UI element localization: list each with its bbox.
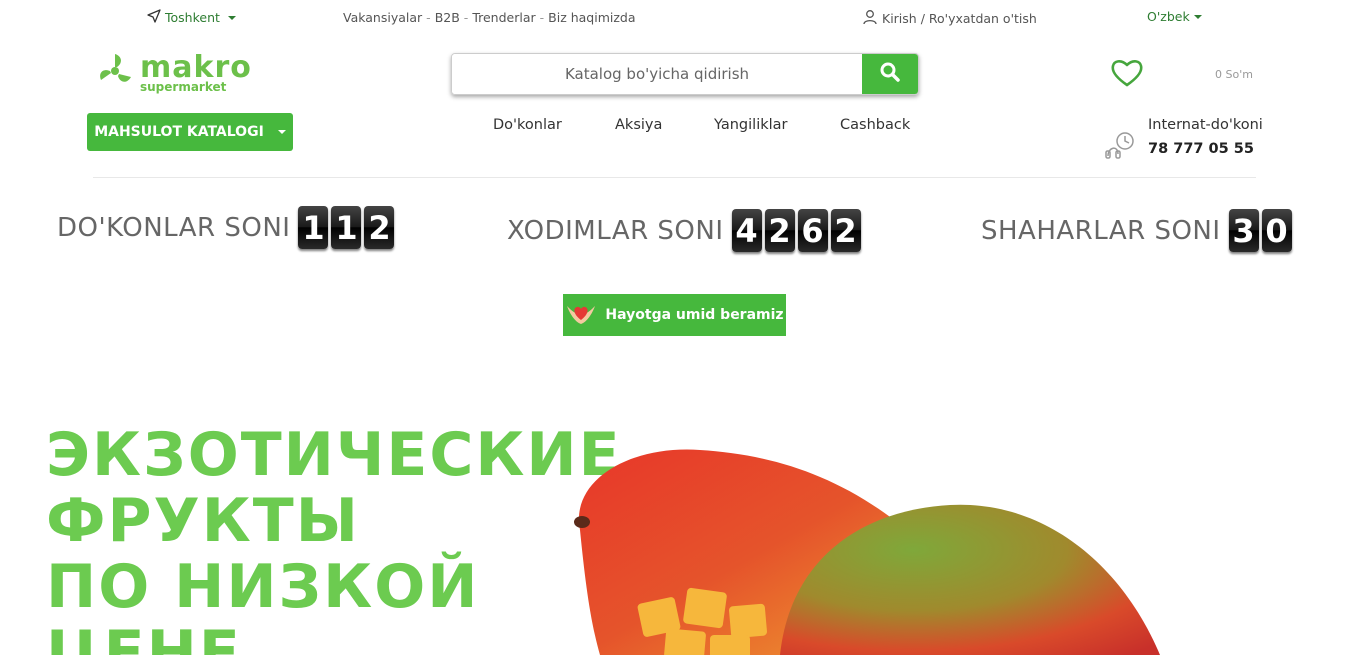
- mango-image: [574, 449, 1160, 655]
- cart-total[interactable]: 0 So'm: [1215, 68, 1253, 81]
- logo[interactable]: makro supermarket: [96, 52, 252, 94]
- chevron-down-icon: [1193, 14, 1202, 19]
- nav-aksiya[interactable]: Aksiya: [615, 117, 662, 133]
- counter-digit: 4: [731, 209, 762, 252]
- heart-icon: [1110, 60, 1144, 92]
- catalog-button-label: MAHSULOT KATALOGI: [94, 124, 264, 140]
- search-input[interactable]: [452, 54, 862, 94]
- separator: -: [539, 10, 545, 25]
- auth-link[interactable]: Kirish / Ro'yxatdan o'tish: [862, 9, 1037, 28]
- link-biz-haqimizda[interactable]: Biz haqimizda: [548, 10, 635, 25]
- city-label: Toshkent: [165, 10, 220, 25]
- header-divider: [93, 177, 1256, 178]
- counter-digit: 1: [298, 206, 329, 249]
- banner-heading: ЭКЗОТИЧЕСКИЕ ФРУКТЫ ПО НИЗКОЙ ЦЕНЕ: [46, 422, 622, 655]
- counter-digit: 3: [1228, 209, 1259, 252]
- banner-line: ФРУКТЫ: [46, 486, 360, 556]
- favorites-button[interactable]: [1110, 58, 1144, 92]
- separator: -: [463, 10, 469, 25]
- stat-counter: 3 0: [1228, 209, 1292, 252]
- stat-counter: 1 1 2: [298, 206, 395, 249]
- counter-digit: 2: [764, 209, 795, 252]
- stat-counter: 4 2 6 2: [731, 209, 861, 252]
- counter-digit: 2: [830, 209, 861, 252]
- link-vakansiyalar[interactable]: Vakansiyalar: [343, 10, 422, 25]
- user-icon: [862, 9, 878, 28]
- language-selector[interactable]: O'zbek: [1147, 9, 1202, 24]
- stat-label: SHAHARLAR SONI: [981, 215, 1221, 246]
- stat-label: XODIMLAR SONI: [507, 215, 724, 246]
- link-trenderlar[interactable]: Trenderlar: [472, 10, 535, 25]
- search-bar: [451, 53, 919, 95]
- stat-stores: DO'KONLAR SONI 1 1 2: [57, 206, 395, 249]
- stat-cities: SHAHARLAR SONI 3 0: [981, 209, 1292, 252]
- hope-button-label: Hayotga umid beramiz: [605, 307, 784, 323]
- location-arrow-icon: [147, 9, 161, 26]
- link-b2b[interactable]: B2B: [435, 10, 460, 25]
- top-links: Vakansiyalar - B2B - Trenderlar - Biz ha…: [343, 10, 636, 25]
- counter-digit: 2: [364, 206, 395, 249]
- separator: -: [426, 10, 431, 25]
- product-catalog-button[interactable]: MAHSULOT KATALOGI: [87, 113, 293, 151]
- headset-icon: [1104, 130, 1138, 164]
- search-icon: [879, 61, 901, 87]
- banner-line: ПО НИЗКОЙ: [46, 552, 480, 622]
- top-bar: Toshkent Vakansiyalar - B2B - Trenderlar…: [0, 0, 1351, 36]
- chevron-down-icon: [227, 15, 236, 20]
- promo-banner[interactable]: ЭКЗОТИЧЕСКИЕ ФРУКТЫ ПО НИЗКОЙ ЦЕНЕ: [0, 380, 1351, 655]
- nav-dokonlar[interactable]: Do'konlar: [493, 117, 562, 133]
- city-selector[interactable]: Toshkent: [147, 9, 236, 26]
- auth-label: Kirish / Ro'yxatdan o'tish: [882, 11, 1037, 26]
- counter-digit: 6: [797, 209, 828, 252]
- logo-wordmark: makro: [140, 50, 252, 85]
- counter-digit: 1: [331, 206, 362, 249]
- counter-digit: 0: [1261, 209, 1292, 252]
- stat-employees: XODIMLAR SONI 4 2 6 2: [507, 209, 861, 252]
- language-label: O'zbek: [1147, 9, 1190, 24]
- banner-line: ЦЕНЕ: [46, 618, 242, 655]
- chevron-down-icon: [277, 130, 286, 134]
- hands-heart-icon: [565, 300, 597, 330]
- nav-yangiliklar[interactable]: Yangiliklar: [714, 117, 788, 133]
- online-shop-phone[interactable]: 78 777 05 55: [1148, 141, 1254, 157]
- logo-subtitle: supermarket: [140, 80, 227, 94]
- hope-button[interactable]: Hayotga umid beramiz: [563, 294, 786, 336]
- banner-line: ЭКЗОТИЧЕСКИЕ: [46, 420, 622, 490]
- stat-label: DO'KONLAR SONI: [57, 212, 291, 243]
- nav-cashback[interactable]: Cashback: [840, 117, 910, 133]
- search-button[interactable]: [862, 54, 918, 94]
- online-shop-label: Internat-do'koni: [1148, 117, 1263, 133]
- logo-icon: [96, 52, 134, 94]
